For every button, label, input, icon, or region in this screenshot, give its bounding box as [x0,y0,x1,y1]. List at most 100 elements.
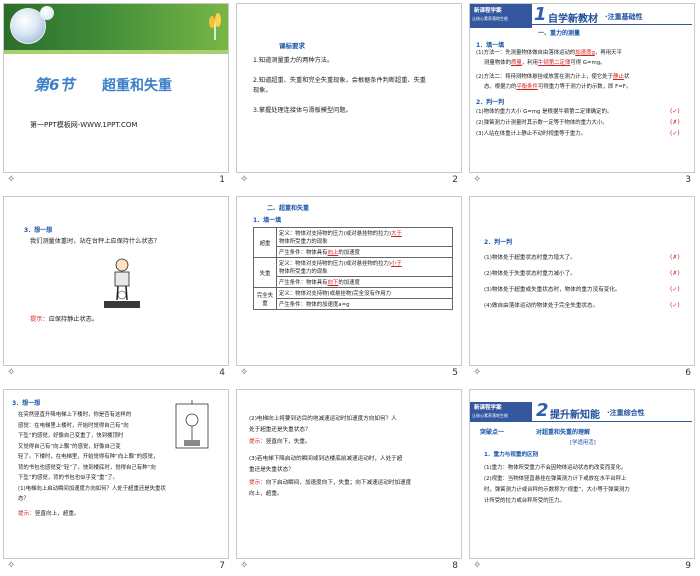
slide-footer-7: ✧ 7 [3,560,229,574]
slide-grid: 第6节 超重和失重 第一PPT模板网-WWW.1PPT.COM ✧ 1 课标要求… [0,0,700,576]
slide-footer-9: ✧ 9 [469,560,695,574]
point-title: 对超重和失重的理解 [536,429,591,436]
question-line: 处于超重还是失重状态？ [249,427,311,433]
line-4: 态。根据力的平衡条件可得重力等于测力计的示数，即 F=F。 [484,83,631,92]
star-icon: ✧ [7,174,16,185]
line-2: 测量物体的质量，利用牛顿第二定律可得 G=mg。 [484,59,606,68]
slide-thumb-1[interactable]: 第6节 超重和失重 第一PPT模板网-WWW.1PPT.COM ✧ 1 [0,0,232,190]
judge-mark-4: (✓) [670,302,680,309]
body-line: 时，弹簧测力计或台秤的示数称为“视重”，大小等于弹簧测力 [484,487,630,493]
def-text-2: 物体所受重力的现象 [279,239,328,245]
badge-line2: 让核心素养落地生根 [472,413,508,418]
judge-item-2: (2)物体处于失重状态时重力减小了。 [484,271,576,277]
slide-thumb-8[interactable]: (2)电梯向上将要到达目的地减速运动时加速度方向如何？人 处于超重还是失重状态？… [233,386,465,576]
passage-line: 又觉得自己有“向上飘”的感觉，好像自己变 [18,443,121,450]
slide6-heading: 2．判一判 [484,239,513,246]
slide-9: 新课程学案 让核心素养落地生根 2 提升新知能 ·注重综合性 突破点一 对超重和… [469,389,695,559]
slide4-question: 我们测量体重时，站在台秤上应保持什么状态？ [30,238,160,245]
brand-text: 第一PPT模板网-WWW.1PPT.COM [30,121,138,129]
judge-1: (1)物体的重力大小 G=mg 是根据牛顿第二定律确定的。 [476,109,613,115]
passage-line: 轻了。下楼时，在电梯里，开始觉得有种“向上飘”的感觉， [18,454,159,460]
slide8-tip3: 提示：向下启动瞬间，加速度向下，失重；向下减速运动时加速度 向上，超重。 [249,478,411,500]
slide-3: 新课程学案 让核心素养落地生根 1 自学新教材 ·注重基础性 一、重力的测量 1… [469,3,695,173]
slide5-fill: 1．填一填 [253,217,282,224]
def-text-2: 物体所受重力的现象 [279,269,328,275]
table-row: 产生条件：物体具有向下的加速度 [254,276,453,288]
slide-8: (2)电梯向上将要到达目的地减速运动时加速度方向如何？人 处于超重还是失重状态？… [236,389,462,559]
row-condition: 产生条件：物体的加速度a=g [276,298,453,310]
part-title: 提升新知能 [550,410,600,421]
answer-3: 牛顿第二定律 [537,60,571,66]
row-definition: 定义：物体对支持物的压力(或对悬挂物的拉力)大于 物体所受重力的现象 [276,227,453,247]
slide8-q2: (2)电梯向上将要到达目的地减速运动时加速度方向如何？人 处于超重还是失重状态？ [249,414,397,436]
slide-footer-5: ✧ 5 [236,367,462,381]
star-icon: ✧ [7,367,16,378]
answer-1: 加速度g [575,50,595,56]
slide2-item-3: 3.掌握处理连接体与滑板模型问题。 [253,107,352,114]
slide2-heading: 课标要求 [279,42,305,50]
slide-thumb-3[interactable]: 新课程学案 让核心素养落地生根 1 自学新教材 ·注重基础性 一、重力的测量 1… [466,0,698,190]
passage-line: (1)电梯向上启动瞬间加速度方向如何？人处于超重还是失重状 [18,485,166,492]
concept-table: 超重 定义：物体对支持物的压力(或对悬挂物的拉力)大于 物体所受重力的现象 产生条… [253,227,453,310]
line-1-text: (1)方法一：先测量物体做自由落体运动的 [476,50,576,56]
slide-thumb-9[interactable]: 新课程学案 让核心素养落地生根 2 提升新知能 ·注重综合性 突破点一 对超重和… [466,386,698,576]
slide7-passage: 在突然竖直升降电梯上下楼时，你是否有这样的 感觉：在电梯里上楼时，开始时觉得自己… [18,410,168,452]
table-row: 失重 定义：物体对支持物的压力(或对悬挂物的拉力)小于 物体所受重力的现象 [253,257,453,288]
row-definition: 定义：物体对支持物的压力(或对悬挂物的拉力)小于 物体所受重力的现象 [276,257,453,277]
slide5-section: 二、超重和失重 [267,205,310,212]
question-line: (3)若电梯下降启动的瞬间或到达楼底前减速运动时，人处于超 [249,456,403,462]
row-condition: 产生条件：物体具有向上的加速度 [276,246,453,258]
cond-text: 产生条件：物体具有 [279,280,328,286]
star-icon: ✧ [473,174,482,185]
header-divider [4,50,228,54]
row-label: 超重 [253,227,277,258]
body-line: (2)视重：当物体竖直悬挂在弹簧测力计下或放在水平台秤上 [484,476,627,482]
cond-text: 产生条件：物体具有 [279,250,328,256]
line-3-text: (2)方法二：将待测物体悬挂或放置在测力计上，使它处于 [476,74,614,80]
slide2-item-2b: 现象。 [253,87,272,94]
question-line: (2)电梯向上将要到达目的地减速运动时加速度方向如何？人 [249,416,397,422]
judge-3: (3)人站在体重计上静止不动时视重等于重力。 [476,131,587,137]
line-1-tail: ，再用天平 [594,50,622,56]
mark-3: (✓) [670,130,680,137]
tip-label: 提示： [249,480,266,486]
part-number: 2 [536,400,549,421]
row-label: 完全失重 [253,287,277,310]
tag: [学透用活] [570,440,596,446]
slide-thumb-4[interactable]: 3．想一想 我们测量体重时，站在台秤上应保持什么状态？ 提示：应保持静止状态。 … [0,193,232,383]
slide-5: 二、超重和失重 1．填一填 超重 定义：物体对支持物的压力(或对悬挂物的拉力)大… [236,196,462,366]
line-3-tail: 状 [623,74,630,80]
line-2-mid: ，利用 [521,60,538,66]
plant-icon [207,10,223,40]
table-row: 产生条件：物体的加速度a=g [254,298,453,310]
judge-mark-2: (✗) [670,270,680,277]
elevator-diagram-icon [172,400,212,452]
passage-line: 下坠”的感觉，背的书包也似乎变“重”了。 [18,475,119,481]
slide-number: 3 [685,175,691,185]
title-underline [532,421,692,422]
tip-text: 应保持静止状态。 [48,316,99,323]
question-line: 重还是失重状态？ [249,467,294,473]
slide9-body: (1)重力：物体所受重力不会因物体运动状态的改变而变化。 (2)视重：当物体竖直… [484,463,630,507]
slide1-title: 超重和失重 [102,78,172,94]
answer-5: 平衡条件 [516,84,538,90]
slide-thumb-5[interactable]: 二、超重和失重 1．填一填 超重 定义：物体对支持物的压力(或对悬挂物的拉力)大… [233,193,465,383]
slide7-heading: 3．想一想 [12,400,41,407]
table-row: 超重 定义：物体对支持物的压力(或对悬挂物的拉力)大于 物体所受重力的现象 [253,227,453,258]
slide7-tip: 提示：竖直向上，超重。 [18,510,80,519]
slide-thumb-6[interactable]: 2．判一判 (1)物体处于超重状态时重力增大了。 (✗) (2)物体处于失重状态… [466,193,698,383]
cond-answer: 向上 [327,250,339,256]
slide-thumb-7[interactable]: 3．想一想 在突然竖直升降电梯上下楼时，你是否有这样的 感觉：在电梯里上楼时，开… [0,386,232,576]
tip-text: 竖直向上，超重。 [34,511,80,517]
slide-footer-8: ✧ 8 [236,560,462,574]
star-icon: ✧ [240,367,249,378]
slide2-item-1: 1.知道测量重力的两种方法。 [253,57,334,64]
slide-thumb-2[interactable]: 课标要求 1.知道测量重力的两种方法。 2.知道超重、失重和完全失重现象，会根据… [233,0,465,190]
slide-2: 课标要求 1.知道测量重力的两种方法。 2.知道超重、失重和完全失重现象，会根据… [236,3,462,173]
part-subtitle: ·注重基础性 [605,13,643,21]
part-title: 自学新教材 [548,14,598,25]
slide8-tip2: 提示：竖直向下，失重。 [249,438,311,447]
star-icon: ✧ [473,367,482,378]
line-2-tail: 可得 G=mg。 [570,60,606,66]
judge-item-3: (3)物体处于超重或失重状态时，物体的重力没有变化。 [484,287,621,293]
